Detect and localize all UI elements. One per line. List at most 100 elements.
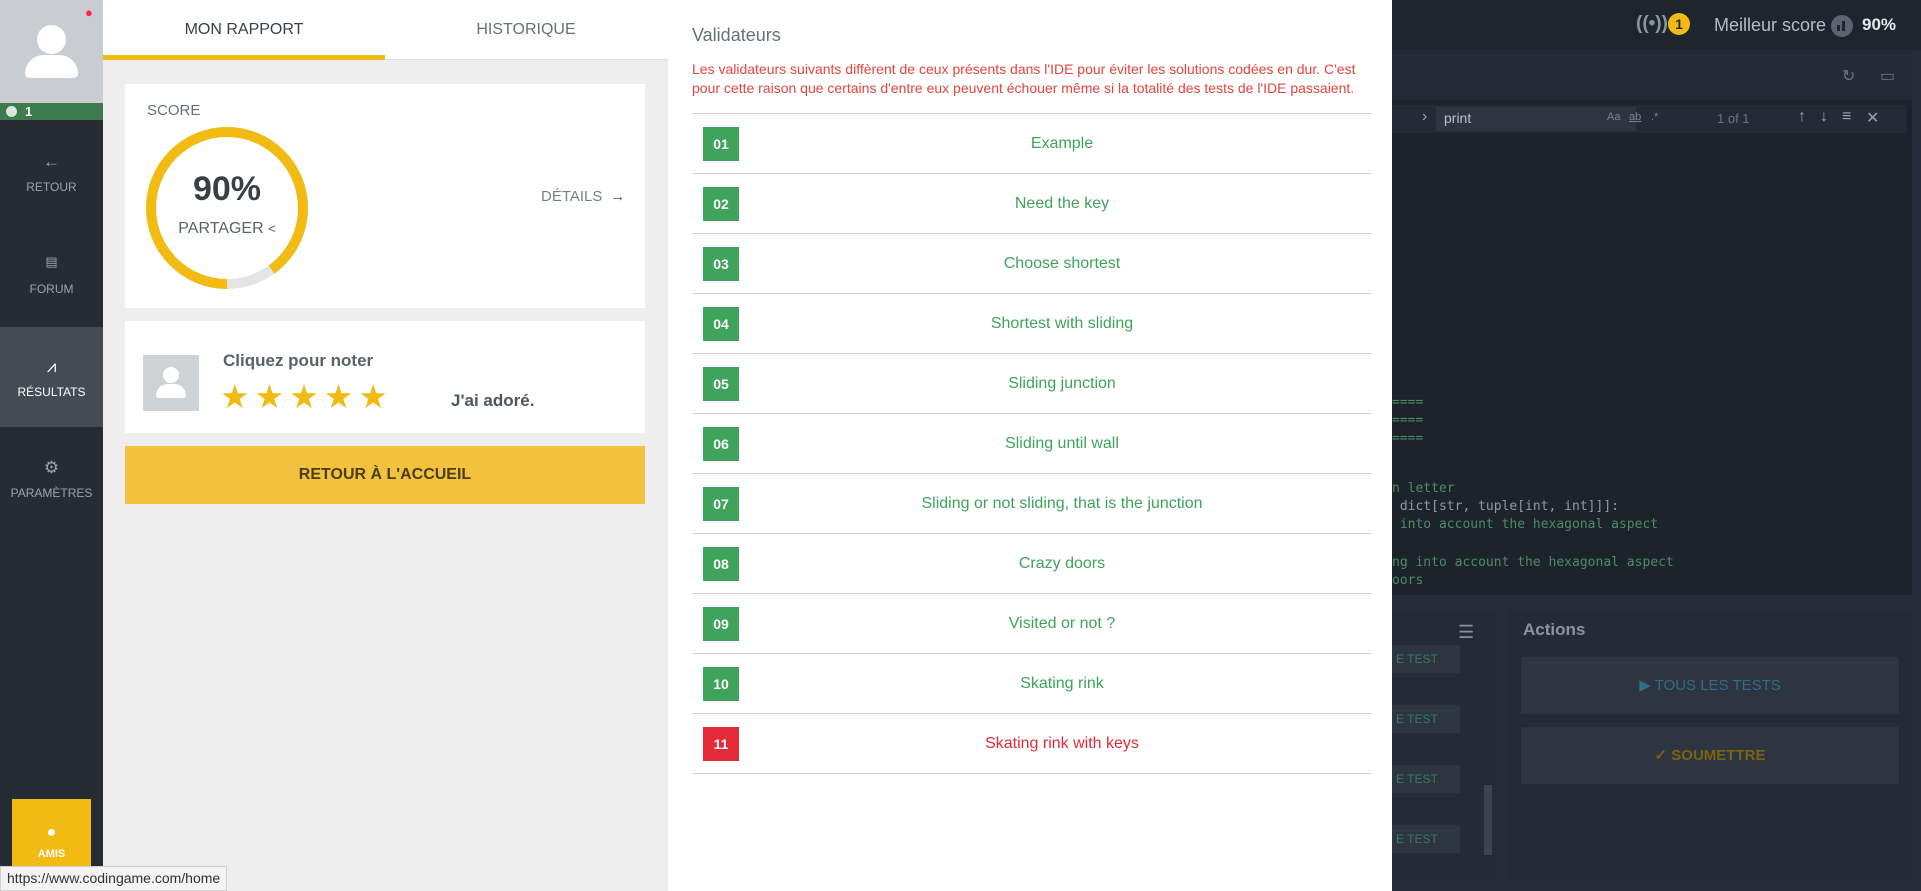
play-test-button[interactable]: E TEST [1392, 705, 1460, 733]
validator-name: Sliding or not sliding, that is the junc… [921, 495, 1203, 512]
validator-name: Crazy doors [1018, 555, 1106, 572]
scrollbar[interactable] [1484, 785, 1492, 855]
gear-icon: ⚙ [43, 458, 60, 477]
validator-number-badge: 06 [703, 427, 739, 461]
validator-name: Need the key [1014, 195, 1110, 212]
find-input-value: print [1444, 110, 1472, 126]
ide-background: ((•)) 1 Meilleur score 90% ↻ ▭ › print A… [1392, 0, 1921, 891]
avatar-head [37, 25, 66, 54]
chevron-right-icon[interactable]: › [1422, 108, 1427, 126]
rate-text: J'ai adoré. [451, 391, 535, 410]
details-link[interactable]: DÉTAILS → [541, 188, 625, 205]
report-tabs: MON RAPPORT HISTORIQUE [103, 0, 668, 60]
validator-number-badge: 01 [703, 127, 739, 161]
validator-number-badge: 07 [703, 487, 739, 521]
validator-number-badge: 05 [703, 367, 739, 401]
arrow-down-icon[interactable]: ↓ [1820, 108, 1828, 126]
share-button[interactable]: PARTAGER < [143, 220, 311, 238]
run-all-tests-label: TOUS LES TESTS [1654, 677, 1781, 694]
nav-item-label: PARAMÈTRES [10, 486, 93, 500]
validator-row: 01 Example [692, 114, 1372, 174]
list-icon[interactable]: ☰ [1458, 622, 1474, 643]
score-label: SCORE [147, 102, 201, 119]
live-broadcast-icon[interactable]: ((•)) [1636, 13, 1668, 35]
actions-title: Actions [1523, 620, 1586, 639]
nav-item-forum[interactable]: ▤ FORUM [0, 224, 103, 324]
status-url: https://www.codingame.com/home [0, 866, 228, 891]
score-card: SCORE 90% PARTAGER < DÉTAILS → [125, 84, 645, 308]
live-count-badge: 1 [1668, 13, 1690, 35]
star-icon[interactable]: ★ [358, 378, 393, 415]
submit-label: SOUMETTRE [1671, 747, 1766, 764]
code-line: dict[str, tuple[int, int]]]: [1392, 499, 1619, 514]
validator-name: Choose shortest [1003, 255, 1121, 272]
level-number: 1 [25, 104, 33, 119]
validators-list: 01 Example 02 Need the key 03 Choose shortest… [692, 113, 1372, 774]
code-line: ==== [1392, 431, 1424, 446]
editor-toolbar: ↻ ▭ [1392, 50, 1912, 100]
submit-button[interactable]: ✓ SOUMETTRE [1521, 727, 1899, 784]
code-line: oors [1392, 573, 1424, 588]
validator-number-badge: 11 [703, 727, 739, 761]
actions-panel: Actions ▶ TOUS LES TESTS ✓ SOUMETTRE [1507, 610, 1912, 880]
nav-item-label: RÉSULTATS [17, 385, 86, 399]
avatar[interactable]: ● [0, 0, 103, 103]
nav-item-retour[interactable]: ← RETOUR [0, 122, 103, 222]
notification-bell-icon[interactable]: ● [85, 5, 93, 20]
whole-word-icon[interactable]: ab [1629, 111, 1641, 123]
validator-row: 06 Sliding until wall [692, 414, 1372, 474]
validator-name: Example [1030, 135, 1094, 152]
validators-panel: Validateurs Les validateurs suivants dif… [668, 0, 1392, 891]
validator-row: 09 Visited or not ? [692, 594, 1372, 654]
tab-historique[interactable]: HISTORIQUE [385, 0, 667, 60]
validator-row: 04 Shortest with sliding [692, 294, 1372, 354]
star-icon[interactable]: ★ [289, 378, 324, 415]
tab-mon-rapport[interactable]: MON RAPPORT [103, 0, 385, 60]
play-icon: ▶ [1639, 677, 1655, 694]
validator-number-badge: 08 [703, 547, 739, 581]
test-cases-panel: ☰ E TEST E TEST E TEST E TEST [1392, 610, 1497, 880]
star-rating[interactable]: ★★★★★ [220, 377, 393, 416]
close-icon[interactable]: ✕ [1866, 108, 1879, 128]
back-home-button[interactable]: RETOUR À L'ACCUEIL [125, 446, 645, 504]
maximize-icon[interactable]: ▭ [1880, 66, 1895, 86]
nav-item-resultats[interactable]: ⩘ RÉSULTATS [0, 327, 103, 427]
validator-number-badge: 03 [703, 247, 739, 281]
chart-icon: ⩘ [46, 357, 57, 376]
play-test-button[interactable]: E TEST [1392, 645, 1460, 673]
selection-lines-icon[interactable]: ≡ [1842, 108, 1851, 126]
star-icon[interactable]: ★ [220, 378, 255, 415]
validator-row: 03 Choose shortest [692, 234, 1372, 294]
nav-item-parametres[interactable]: ⚙ PARAMÈTRES [0, 428, 103, 528]
share-icon: < [268, 221, 276, 236]
arrow-right-icon: → [610, 188, 626, 205]
friends-label: AMIS [37, 848, 66, 860]
match-case-icon[interactable]: Aa [1607, 111, 1620, 123]
arrow-up-icon[interactable]: ↑ [1798, 108, 1806, 126]
left-nav: ● 1 ← RETOUR ▤ FORUM ⩘ RÉSULTATS ⚙ PARAM… [0, 0, 103, 891]
code-editor[interactable]: ↻ ▭ › print Aa ab .* 1 of 1 ↑ ↓ ≡ ✕ ====… [1392, 50, 1912, 595]
avatar-head [163, 367, 179, 383]
validator-row: 07 Sliding or not sliding, that is the ju… [692, 474, 1372, 534]
code-line: ==== [1392, 395, 1424, 410]
validator-number-badge: 10 [703, 667, 739, 701]
play-test-button[interactable]: E TEST [1392, 765, 1460, 793]
regex-icon[interactable]: .* [1651, 111, 1658, 123]
star-icon[interactable]: ★ [324, 378, 359, 415]
ide-topbar: ((•)) 1 Meilleur score 90% [1392, 0, 1921, 50]
play-test-button[interactable]: E TEST [1392, 825, 1460, 853]
reset-icon[interactable]: ↻ [1842, 66, 1855, 86]
star-icon[interactable]: ★ [255, 378, 290, 415]
details-label: DÉTAILS [541, 188, 603, 205]
bar-chart-icon [1831, 15, 1853, 37]
code-line: ==== [1392, 413, 1424, 428]
validator-row: 11 Skating rink with keys [692, 714, 1372, 774]
validator-name: Visited or not ? [1008, 615, 1116, 632]
run-all-tests-button[interactable]: ▶ TOUS LES TESTS [1521, 657, 1899, 714]
validator-row: 05 Sliding junction [692, 354, 1372, 414]
arrow-left-icon: ← [43, 152, 60, 171]
find-match-count: 1 of 1 [1717, 111, 1750, 126]
best-score-label: Meilleur score [1714, 15, 1827, 35]
report-panel: MON RAPPORT HISTORIQUE SCORE 90% PARTAGE… [103, 0, 668, 891]
rate-title: Cliquez pour noter [223, 351, 374, 370]
